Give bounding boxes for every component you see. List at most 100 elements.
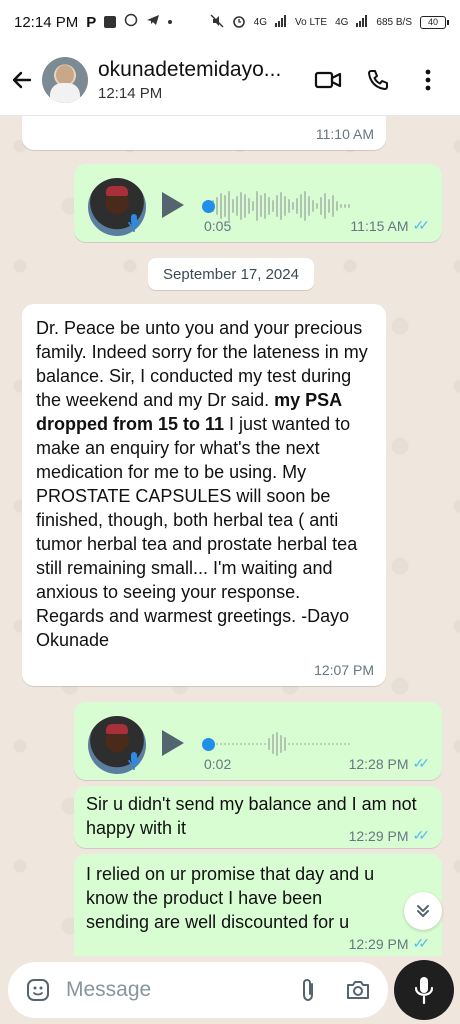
waveform-bar <box>336 201 338 211</box>
outgoing-message-bubble[interactable]: I relied on ur promise that day and u kn… <box>74 854 442 956</box>
network-4g-1: 4G <box>253 16 267 28</box>
waveform-bar <box>348 204 350 208</box>
waveform-bar <box>296 198 298 214</box>
waveform-bar <box>264 743 266 745</box>
waveform-bar <box>224 195 226 217</box>
status-bar: 12:14 PM P 4G Vo LTE 4G 685 B/S 40 <box>0 0 460 44</box>
waveform-bar <box>220 193 222 219</box>
incoming-message-bubble[interactable]: Dr. Peace be unto you and your precious … <box>22 304 386 686</box>
waveform-bar <box>340 743 342 745</box>
waveform-bar <box>220 743 222 745</box>
signal-icon <box>356 14 368 30</box>
message-time: 12:29 PM ✓✓ <box>349 827 431 844</box>
waveform-bar <box>308 743 310 745</box>
waveform-bar <box>272 200 274 212</box>
waveform-bar <box>240 192 242 220</box>
message-time: 12:28 PM ✓✓ <box>349 755 431 772</box>
voice-message-bubble[interactable]: 0:05 11:15 AM ✓✓ <box>74 164 442 242</box>
network-volte: Vo LTE <box>295 16 328 28</box>
contact-name: okunadetemidayo... <box>98 57 282 81</box>
play-icon[interactable] <box>162 192 184 218</box>
waveform-bar <box>244 194 246 218</box>
play-icon[interactable] <box>162 730 184 756</box>
waveform-bar <box>312 743 314 745</box>
telegram-icon <box>146 13 160 31</box>
message-bubble-partial[interactable]: 11:10 AM <box>22 116 386 150</box>
waveform-bar <box>328 199 330 213</box>
waveform-bar <box>332 743 334 745</box>
waveform-bar <box>284 196 286 216</box>
date-divider: September 17, 2024 <box>148 258 314 290</box>
waveform-bar <box>256 743 258 745</box>
waveform-bar <box>324 193 326 219</box>
waveform-bar <box>296 743 298 745</box>
composer-bar: Message <box>0 956 460 1024</box>
waveform-bar <box>316 203 318 209</box>
voice-call-icon[interactable] <box>356 58 400 102</box>
waveform-bar <box>320 197 322 215</box>
waveform-bar <box>344 204 346 208</box>
waveform-bar <box>260 195 262 217</box>
waveform-bar <box>288 743 290 745</box>
microphone-icon <box>414 977 434 1005</box>
dot-icon <box>168 20 173 24</box>
waveform-bar <box>256 191 258 221</box>
more-options-icon[interactable] <box>406 58 450 102</box>
waveform-bar <box>252 743 254 745</box>
last-seen: 12:14 PM <box>98 84 163 102</box>
mic-badge-icon <box>126 750 142 772</box>
playback-knob[interactable] <box>202 738 215 751</box>
message-time: 12:29 PM ✓✓ <box>349 935 431 952</box>
waveform-bar <box>292 202 294 210</box>
message-text: Dr. Peace be unto you and your precious … <box>36 318 368 650</box>
mute-icon <box>210 14 224 31</box>
waveform-bar <box>276 195 278 217</box>
waveform-bar <box>304 743 306 745</box>
waveform-bar <box>268 197 270 215</box>
chat-area[interactable]: 11:10 AM 0:05 11:15 AM ✓✓ September 17, 2… <box>0 116 460 956</box>
attach-icon[interactable] <box>288 970 328 1010</box>
signal-icon <box>275 14 287 30</box>
read-ticks-icon: ✓✓ <box>412 755 431 771</box>
message-text: I relied on ur promise that day and u kn… <box>86 864 375 932</box>
sticker-icon[interactable] <box>18 970 58 1010</box>
waveform-bar <box>320 743 322 745</box>
chat-header: okunadetemidayo... 12:14 PM <box>0 44 460 116</box>
net-speed: 685 B/S <box>376 16 412 28</box>
mic-badge-icon <box>126 212 142 234</box>
message-time: 11:10 AM <box>315 126 374 142</box>
waveform-bar <box>272 734 274 754</box>
waveform-bar <box>252 201 254 211</box>
contact-avatar[interactable] <box>42 56 88 103</box>
message-input[interactable]: Message <box>66 978 288 1002</box>
back-arrow-icon[interactable] <box>2 60 42 100</box>
outgoing-message-bubble[interactable]: Sir u didn't send my balance and I am no… <box>74 786 442 848</box>
waveform-bar <box>292 743 294 745</box>
voice-record-button[interactable] <box>394 960 454 1020</box>
waveform-bar <box>300 194 302 218</box>
playback-knob[interactable] <box>202 200 215 213</box>
waveform-bar <box>344 743 346 745</box>
double-chevron-down-icon <box>417 905 429 917</box>
waveform-bar <box>284 737 286 751</box>
waveform-bar <box>240 743 242 745</box>
waveform-bar <box>248 743 250 745</box>
contact-info[interactable]: okunadetemidayo... 12:14 PM <box>98 58 306 102</box>
message-input-box[interactable]: Message <box>8 962 388 1018</box>
waveform-bar <box>304 191 306 221</box>
voice-message-bubble[interactable]: 0:02 12:28 PM ✓✓ <box>74 702 442 780</box>
waveform-bar <box>228 743 230 745</box>
waveform-bar <box>228 191 230 221</box>
waveform-bar <box>280 192 282 220</box>
waveform-bar <box>288 199 290 213</box>
scroll-to-bottom-button[interactable] <box>404 892 442 930</box>
waveform-bar <box>232 199 234 213</box>
video-call-icon[interactable] <box>306 58 350 102</box>
waveform-bar <box>264 193 266 219</box>
camera-icon[interactable] <box>338 970 378 1010</box>
waveform-bar <box>244 743 246 745</box>
waveform-bar <box>236 743 238 745</box>
waveform-bar <box>300 743 302 745</box>
waveform-bar <box>328 743 330 745</box>
waveform-bar <box>268 738 270 750</box>
